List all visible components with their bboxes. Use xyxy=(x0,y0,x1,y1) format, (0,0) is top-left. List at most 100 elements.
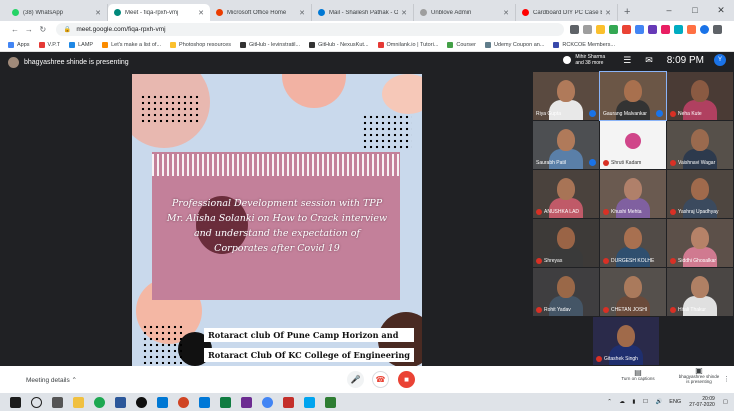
participant-tile[interactable]: Saurabh Patil xyxy=(533,121,599,169)
app-icon[interactable] xyxy=(136,396,147,408)
search-icon[interactable] xyxy=(31,396,42,408)
extension-icon[interactable] xyxy=(674,25,684,34)
participant-name-text: Gaurang Malvankar xyxy=(603,111,647,117)
browser-tab[interactable]: (38) WhatsApp ✕ xyxy=(6,4,108,21)
app-icon[interactable] xyxy=(304,396,315,408)
bookmark-item[interactable]: Udemy Coupon an... xyxy=(484,41,544,48)
taskbar-clock[interactable]: 20:09 27-07-2020 xyxy=(689,396,715,408)
forward-icon[interactable]: → xyxy=(22,25,36,34)
participant-tile[interactable]: Shruti Kadam xyxy=(600,121,666,169)
tab-close-icon[interactable]: ✕ xyxy=(95,9,101,17)
participant-name-text: ANUSHKA LAD xyxy=(544,209,580,215)
app-icon[interactable] xyxy=(262,396,273,408)
browser-tab[interactable]: Microsoft Office Home ✕ xyxy=(210,4,312,21)
camera-off-button[interactable]: ■ xyxy=(398,371,415,388)
participant-tile[interactable]: Shreyas xyxy=(533,219,599,267)
phone-icon: ☎ xyxy=(375,375,386,384)
tab-close-icon[interactable]: ✕ xyxy=(605,9,611,17)
profile-avatar[interactable] xyxy=(700,25,710,34)
bookmark-item[interactable]: LAMP xyxy=(69,41,93,48)
participant-tile[interactable]: CHETAN JOSHI xyxy=(600,268,666,316)
bookmark-item[interactable]: Apps xyxy=(8,41,30,48)
extension-icon[interactable] xyxy=(687,25,697,34)
slide-club-line-1: Rotaract club Of Pune Camp Horizon and xyxy=(204,328,414,342)
bookmark-item[interactable]: Photoshop resources xyxy=(170,41,231,48)
menu-icon[interactable] xyxy=(713,25,723,34)
extension-icon[interactable] xyxy=(622,25,632,34)
tab-close-icon[interactable]: ✕ xyxy=(198,9,204,17)
bookmark-item[interactable]: GitHub - NexusKut... xyxy=(309,41,369,48)
captions-button[interactable]: ▤ Turn on captions xyxy=(618,368,658,382)
app-icon[interactable] xyxy=(115,396,126,408)
maximize-icon[interactable]: □ xyxy=(682,0,708,21)
participant-tile[interactable]: ANUSHKA LAD xyxy=(533,170,599,218)
layout-icon[interactable]: ☰ xyxy=(623,55,631,66)
self-avatar[interactable]: Y xyxy=(714,54,726,66)
reload-icon[interactable]: ↻ xyxy=(36,25,50,34)
whatsapp-icon[interactable] xyxy=(94,396,105,408)
tab-close-icon[interactable]: ✕ xyxy=(299,9,305,17)
browser-tab[interactable]: Unblove Admin ✕ xyxy=(414,4,516,21)
extension-icon[interactable] xyxy=(609,25,619,34)
close-window-icon[interactable]: ✕ xyxy=(708,0,734,21)
app-icon[interactable] xyxy=(283,396,294,408)
minimize-icon[interactable]: – xyxy=(656,0,682,21)
participant-tile[interactable]: Rohit Yadav xyxy=(533,268,599,316)
participant-video xyxy=(549,247,583,267)
extension-icon[interactable] xyxy=(635,25,645,34)
participant-name: Shruti Kadam xyxy=(603,160,641,166)
chat-icon[interactable]: ✉ xyxy=(645,55,653,66)
microphone-button[interactable]: 🎤 xyxy=(347,371,364,388)
bookmark-item[interactable]: Let's make a list of... xyxy=(102,41,161,48)
app-icon[interactable] xyxy=(241,396,252,408)
participants-button[interactable]: Mihir Sharma and 38 more xyxy=(563,54,605,66)
bookmark-item[interactable]: V.P.T xyxy=(38,41,60,48)
chrome-icon[interactable] xyxy=(178,396,189,408)
app-icon[interactable] xyxy=(157,396,168,408)
tray-icons[interactable]: ⌃ ☁ ▮ ☐ 🔊 xyxy=(607,399,665,405)
hang-up-button[interactable]: ☎ xyxy=(372,371,389,388)
bookmark-favicon-icon xyxy=(447,41,454,48)
browser-tab[interactable]: Meet - fiqa-rpxh-vmj ✕ xyxy=(108,4,210,21)
back-icon[interactable]: ← xyxy=(8,25,22,34)
browser-tab[interactable]: Mail - Shailesh Pathak - Outl ✕ xyxy=(312,4,414,21)
participant-tile[interactable]: Vaishnavi Wagar xyxy=(667,121,733,169)
camera-icon[interactable] xyxy=(570,25,580,34)
browser-tab[interactable]: Cardboard DIY PC Case Buil✕ xyxy=(516,4,618,21)
more-options-icon[interactable]: ⋮ xyxy=(723,375,730,383)
notifications-icon[interactable]: ▢ xyxy=(723,399,728,405)
participant-tile[interactable]: Yashraj Upadhyay xyxy=(667,170,733,218)
app-icon[interactable] xyxy=(199,396,210,408)
windows-start-icon[interactable] xyxy=(10,396,21,408)
participant-video xyxy=(549,296,583,316)
task-view-icon[interactable] xyxy=(52,396,63,408)
tab-close-icon[interactable]: ✕ xyxy=(503,9,509,17)
presenting-button[interactable]: ▣ bhagyashree shinde is presenting xyxy=(676,367,722,385)
participant-tile[interactable]: Riya Gupta xyxy=(533,72,599,120)
star-icon[interactable] xyxy=(596,25,606,34)
language-indicator[interactable]: ENG xyxy=(669,399,681,405)
participant-tile[interactable]: Hitali Thakur xyxy=(667,268,733,316)
extension-icon[interactable] xyxy=(661,25,671,34)
captions-icon: ▤ xyxy=(634,368,642,377)
app-icon[interactable] xyxy=(325,396,336,408)
new-tab-button[interactable]: + xyxy=(624,4,630,21)
app-icon[interactable] xyxy=(220,396,231,408)
search-icon[interactable] xyxy=(583,25,593,34)
bookmark-item[interactable]: Omnilank.io | Tutori... xyxy=(377,41,438,48)
extension-icon[interactable] xyxy=(648,25,658,34)
participant-tile[interactable]: Khushi Mehta xyxy=(600,170,666,218)
tab-close-icon[interactable]: ✕ xyxy=(401,9,407,17)
participant-tile[interactable]: Gitashek Singh xyxy=(593,317,659,365)
bookmark-item[interactable]: Courser xyxy=(447,41,476,48)
meeting-details-button[interactable]: Meeting details ⌃ xyxy=(26,376,77,384)
participant-tile[interactable]: Siddhi Ghosalkar xyxy=(667,219,733,267)
bookmark-item[interactable]: RCKCOE Members... xyxy=(553,41,615,48)
file-explorer-icon[interactable] xyxy=(73,396,84,408)
url-bar[interactable]: 🔒 meet.google.com/fiqa-rpxh-vmj xyxy=(55,23,565,36)
bookmarks-bar: Apps V.P.T LAMP Let's make a list of... Phot… xyxy=(0,38,734,52)
bookmark-item[interactable]: GitHub - levinstratil... xyxy=(240,41,300,48)
participant-tile[interactable]: Neha Kute xyxy=(667,72,733,120)
participant-tile[interactable]: DURGESH KOLHE xyxy=(600,219,666,267)
participant-tile[interactable]: Gaurang Malvankar xyxy=(599,71,667,121)
